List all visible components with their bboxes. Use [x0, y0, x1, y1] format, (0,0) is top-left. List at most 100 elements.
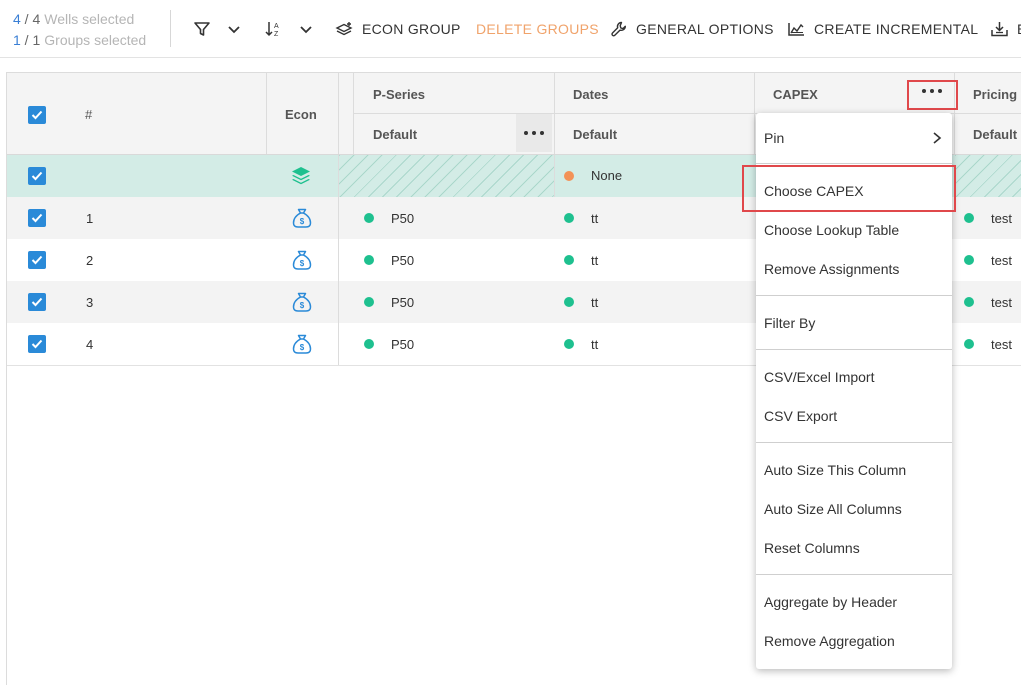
menu-item-reset-columns[interactable]: Reset Columns	[756, 529, 952, 567]
status-dot-green	[964, 297, 974, 307]
col-sub-dates[interactable]: Default	[573, 127, 617, 142]
toolbar: 4 / 4 Wells selected 1 / 1 Groups selected…	[0, 0, 1021, 58]
hatched-cell	[955, 155, 1021, 197]
delete-groups-button[interactable]: DELETE GROUPS	[476, 17, 599, 41]
wrench-icon	[611, 21, 627, 37]
econ-group-label: ECON GROUP	[362, 21, 461, 37]
row-checkbox[interactable]	[28, 335, 46, 353]
hatched-cell	[339, 155, 554, 197]
menu-item-csv-export[interactable]: CSV Export	[756, 397, 952, 435]
filter-icon[interactable]	[192, 18, 212, 40]
pseries-menu-button[interactable]	[516, 114, 552, 152]
menu-item-label: Reset Columns	[764, 540, 860, 556]
menu-item-csv-excel-import[interactable]: CSV/Excel Import	[756, 358, 952, 396]
select-all-checkbox[interactable]	[28, 106, 46, 124]
menu-item-label: Aggregate by Header	[764, 594, 898, 610]
groups-selected: 1 / 1 Groups selected	[13, 30, 146, 51]
money-bag-icon[interactable]: $	[291, 249, 313, 276]
wells-total: 4	[32, 11, 41, 27]
menu-divider	[756, 574, 952, 575]
status-dot-green	[564, 297, 574, 307]
menu-item-auto-size-this-column[interactable]: Auto Size This Column	[756, 451, 952, 489]
menu-item-remove-aggregation[interactable]: Remove Aggregation	[756, 622, 952, 660]
pricing-value: test	[991, 295, 1012, 310]
svg-text:$: $	[300, 217, 305, 226]
menu-item-label: Remove Assignments	[764, 261, 900, 277]
money-bag-icon[interactable]: $	[291, 207, 313, 234]
menu-item-filter-by[interactable]: Filter By	[756, 304, 952, 342]
econ-group-button[interactable]: ECON GROUP	[335, 17, 461, 41]
col-divider	[554, 155, 555, 197]
menu-divider	[756, 442, 952, 443]
general-options-button[interactable]: GENERAL OPTIONS	[610, 17, 774, 41]
sort-icon[interactable]: AZ	[264, 18, 284, 40]
row-checkbox[interactable]	[28, 251, 46, 269]
toolbar-divider	[170, 10, 171, 47]
wells-selected: 4 / 4 Wells selected	[13, 9, 146, 30]
status-dot-green	[364, 339, 374, 349]
status-dot-green	[364, 213, 374, 223]
col-divider	[338, 197, 339, 239]
menu-item-label: Choose CAPEX	[764, 183, 864, 199]
menu-item-choose-capex[interactable]: Choose CAPEX	[756, 172, 952, 210]
pricing-value: test	[991, 253, 1012, 268]
col-divider	[338, 281, 339, 323]
download-tray-icon	[991, 22, 1008, 37]
status-dot-green	[364, 255, 374, 265]
menu-item-label: Filter By	[764, 315, 816, 331]
export-button[interactable]: E	[990, 17, 1021, 41]
pricing-value: test	[991, 211, 1012, 226]
sort-chevron-down-icon[interactable]	[296, 18, 316, 40]
row-checkbox[interactable]	[28, 209, 46, 227]
col-header-pricing[interactable]: Pricing	[973, 87, 1017, 102]
svg-text:$: $	[300, 259, 305, 268]
svg-text:$: $	[300, 343, 305, 352]
pseries-value: P50	[391, 337, 415, 352]
menu-divider	[756, 163, 952, 164]
col-divider	[338, 239, 339, 281]
col-header-capex[interactable]: CAPEX	[773, 87, 818, 102]
pseries-value: P50	[391, 253, 415, 268]
create-incremental-button[interactable]: CREATE INCREMENTAL	[787, 17, 978, 41]
groups-count: 1	[13, 32, 21, 48]
col-header-dates[interactable]: Dates	[573, 87, 608, 102]
row-checkbox[interactable]	[28, 293, 46, 311]
col-sub-pseries[interactable]: Default	[373, 127, 417, 142]
column-context-menu: Pin Choose CAPEX Choose Lookup Table Rem…	[756, 113, 952, 669]
col-header-econ[interactable]: Econ	[285, 107, 317, 122]
dates-value: tt	[591, 295, 599, 310]
svg-text:Z: Z	[274, 31, 279, 38]
status-dot-green	[564, 339, 574, 349]
slash: /	[20, 32, 33, 48]
row-number: 1	[86, 211, 94, 226]
row-number: 3	[86, 295, 94, 310]
menu-item-label: Auto Size This Column	[764, 462, 907, 478]
money-bag-icon[interactable]: $	[291, 333, 313, 360]
groups-total: 1	[32, 32, 41, 48]
menu-item-choose-lookup-table[interactable]: Choose Lookup Table	[756, 211, 952, 249]
group-dates-value: None	[591, 168, 623, 183]
col-header-num[interactable]: #	[85, 107, 92, 122]
svg-text:$: $	[300, 301, 305, 310]
money-bag-icon[interactable]: $	[291, 291, 313, 318]
col-header-pseries[interactable]: P-Series	[373, 87, 425, 102]
dates-value: tt	[591, 337, 599, 352]
filter-chevron-down-icon[interactable]	[224, 18, 244, 40]
row-checkbox[interactable]	[28, 167, 46, 185]
menu-item-auto-size-all-columns[interactable]: Auto Size All Columns	[756, 490, 952, 528]
capex-menu-button[interactable]	[914, 76, 950, 106]
menu-item-aggregate-by-header[interactable]: Aggregate by Header	[756, 583, 952, 621]
menu-item-label: Remove Aggregation	[764, 633, 895, 649]
row-number: 4	[86, 337, 94, 352]
col-divider	[266, 73, 267, 154]
row-number: 2	[86, 253, 94, 268]
slash: /	[20, 11, 33, 27]
menu-item-label: Pin	[764, 130, 785, 146]
menu-item-pin[interactable]: Pin	[756, 119, 952, 157]
menu-item-remove-assignments[interactable]: Remove Assignments	[756, 250, 952, 288]
col-sub-pricing[interactable]: Default	[973, 127, 1017, 142]
menu-item-label: CSV/Excel Import	[764, 369, 875, 385]
pricing-value: test	[991, 337, 1012, 352]
delete-groups-label: DELETE GROUPS	[476, 21, 599, 37]
menu-item-label: Auto Size All Columns	[764, 501, 902, 517]
